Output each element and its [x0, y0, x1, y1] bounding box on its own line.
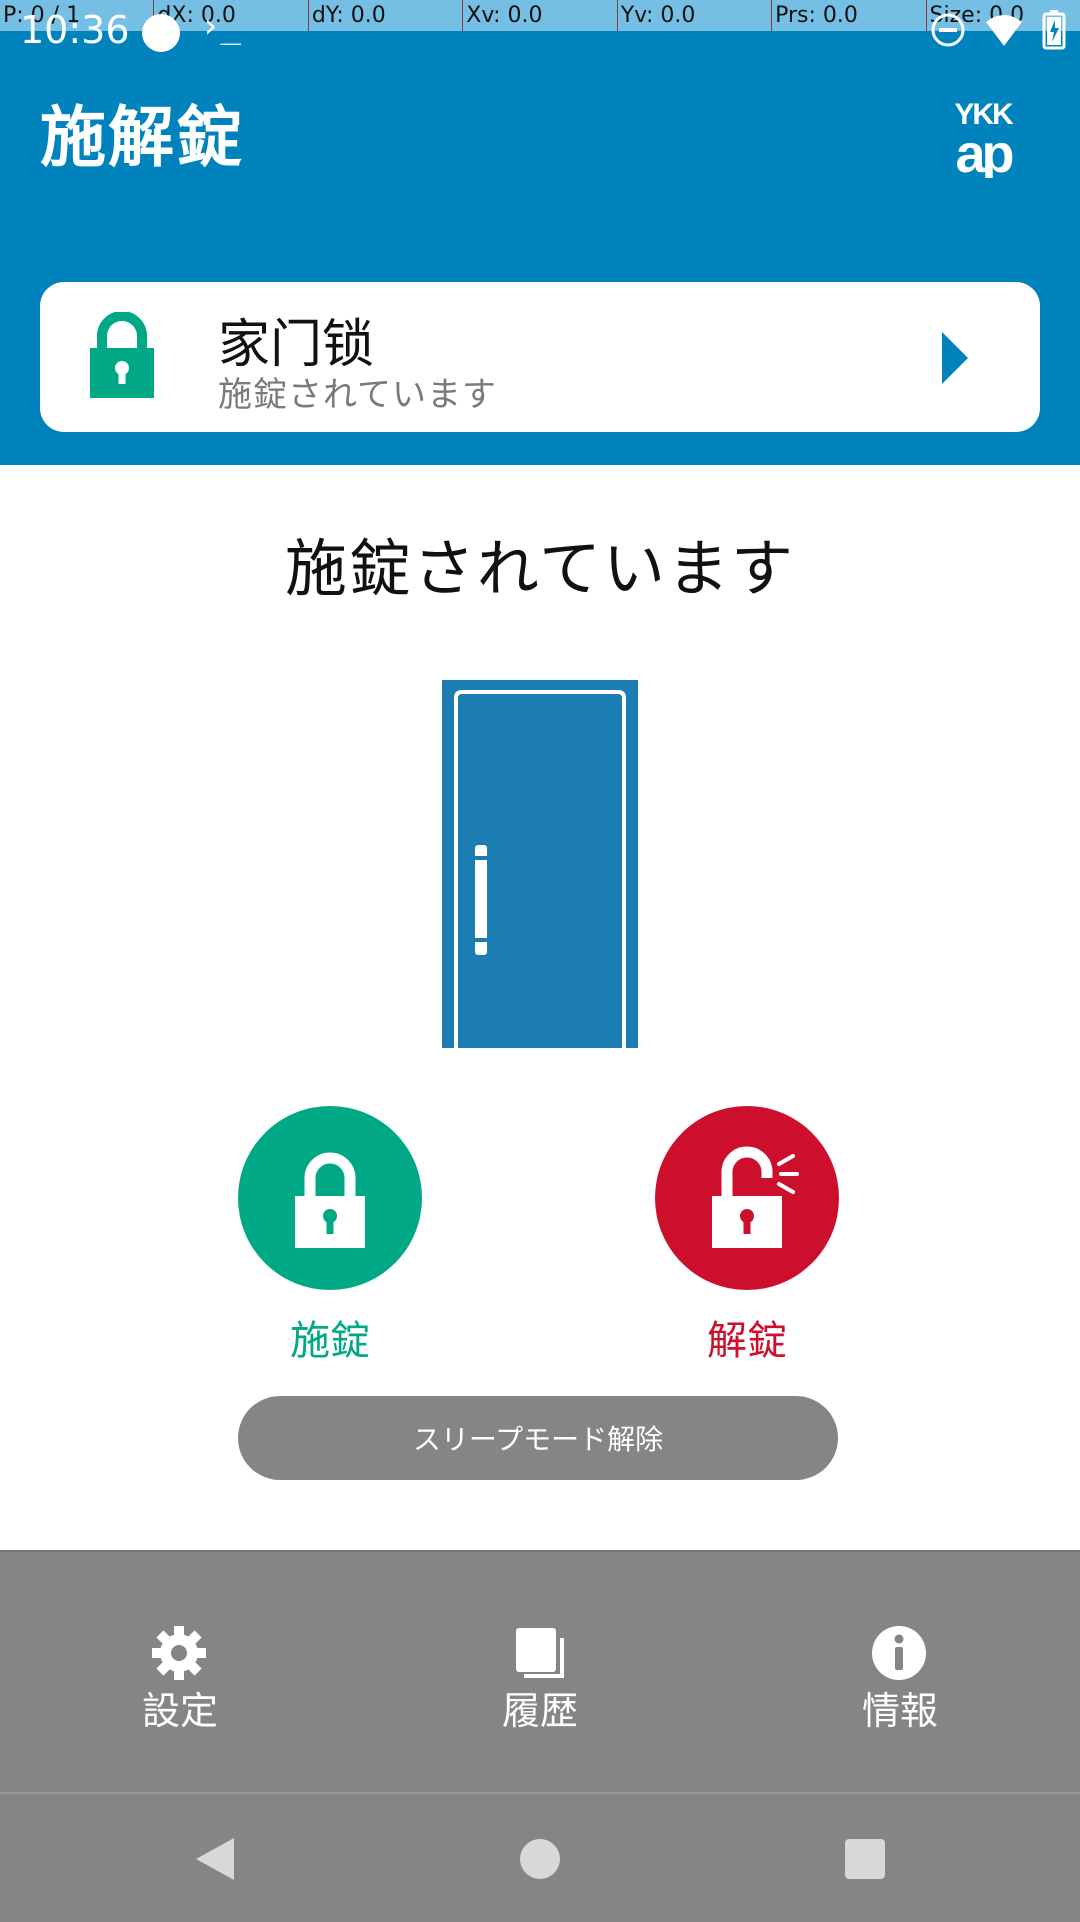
bottom-tab-bar: 設定 履歴 情報	[0, 1550, 1080, 1792]
gear-icon	[152, 1626, 206, 1680]
lock-icon	[295, 1152, 365, 1248]
door-illustration	[442, 680, 638, 1048]
lock-name: 家门锁	[218, 315, 375, 375]
debug-dy: dY: 0.0	[307, 0, 462, 31]
debug-prs: Prs: 0.0	[771, 0, 925, 31]
unlock-icon	[712, 1146, 799, 1248]
notification-dot-icon	[142, 14, 180, 52]
ykk-ap-logo: YKK ap	[954, 98, 1016, 178]
status-time: 10:36	[20, 8, 130, 52]
system-navigation-bar	[0, 1792, 1080, 1922]
lock-device-card[interactable]: 家门锁 施錠されています	[40, 282, 1040, 432]
tab-history-label: 履歴	[501, 1689, 578, 1733]
lock-icon	[90, 312, 154, 398]
info-icon	[872, 1626, 926, 1680]
tab-info-label: 情報	[861, 1689, 938, 1733]
tab-settings-label: 設定	[141, 1689, 218, 1733]
battery-icon	[1042, 10, 1066, 50]
wifi-icon	[986, 15, 1022, 46]
lock-button-label: 施錠	[290, 1318, 370, 1364]
back-icon[interactable]	[180, 1824, 250, 1894]
sleep-mode-release-button[interactable]: スリープモード解除	[238, 1396, 838, 1480]
page-title: 施解錠	[40, 99, 244, 176]
status-icons	[930, 10, 1066, 50]
tab-info[interactable]: 情報	[720, 1552, 1080, 1792]
debug-yv: Yv: 0.0	[616, 0, 771, 31]
tab-settings[interactable]: 設定	[0, 1552, 360, 1792]
svg-text:ap: ap	[955, 124, 1012, 178]
lock-button[interactable]	[238, 1106, 422, 1290]
lock-status-text: 施錠されています	[218, 375, 497, 415]
debug-xv: Xv: 0.0	[462, 0, 616, 31]
unlock-button[interactable]	[655, 1106, 839, 1290]
history-icon	[516, 1628, 564, 1678]
chevron-right-icon[interactable]	[940, 328, 970, 388]
unlock-button-label: 解錠	[707, 1318, 787, 1364]
home-icon[interactable]	[505, 1824, 575, 1894]
terminal-icon: ›_	[200, 6, 241, 46]
do-not-disturb-icon	[931, 13, 965, 47]
lock-state-heading: 施錠されています	[284, 532, 796, 605]
tab-history[interactable]: 履歴	[360, 1552, 720, 1792]
recents-icon[interactable]	[830, 1824, 900, 1894]
